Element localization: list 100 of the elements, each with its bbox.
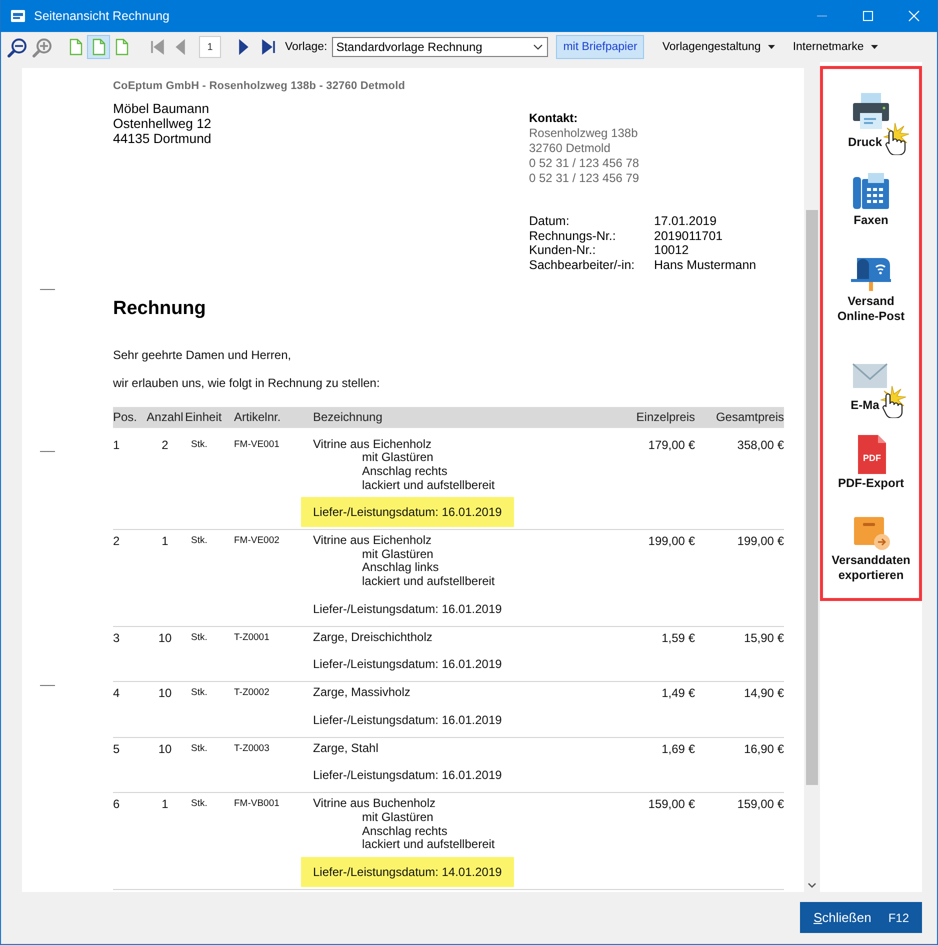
caret-icon <box>870 45 878 49</box>
info-value: 2019011701 <box>654 228 724 244</box>
item-detail: Anschlag links <box>361 561 440 575</box>
table-cell-text: Stk. <box>190 630 208 645</box>
table-cell-text: 159,00 € <box>647 797 695 814</box>
scroll-down-icon[interactable] <box>808 883 816 888</box>
info-value: Hans Mustermann <box>654 258 758 273</box>
column-header: Anzahl <box>146 408 184 426</box>
zoom-out-button[interactable] <box>7 36 29 58</box>
delivery-date: Liefer-/Leistungsdatum: 14.01.2019 <box>301 856 514 887</box>
table-cell-text: 159,00 € <box>736 797 784 814</box>
action-button[interactable]: Faxen <box>825 169 917 228</box>
table-cell-text: 4 <box>113 686 121 702</box>
item-detail: Anschlag rechts <box>361 465 448 479</box>
table-cell-text: 10 <box>157 742 173 758</box>
table-cell-text: 14,90 € <box>742 686 784 702</box>
table-cell-text: 16,90 € <box>742 742 784 758</box>
table-cell-text: 1,69 € <box>660 742 695 758</box>
contact-line: 0 52 31 / 123 456 78 <box>529 156 640 171</box>
table-cell-text: Stk. <box>190 742 208 756</box>
table-cell-text: 2 <box>160 438 170 454</box>
letterhead-toggle[interactable]: mit Briefpapier <box>556 35 644 59</box>
table-cell-text: 199,00 € <box>647 534 695 550</box>
table-cell-text: FM-VB001 <box>234 797 280 812</box>
recipient-address-line: Möbel Baumann <box>113 101 210 116</box>
table-cell-text: 1,59 € <box>660 630 695 647</box>
document-heading: Rechnung <box>113 296 207 321</box>
delivery-date: Liefer-/Leistungsdatum: 16.01.2019 <box>301 497 514 528</box>
item-detail: mit Glastüren <box>361 451 434 465</box>
item-description: Zarge, Stahl <box>313 742 380 756</box>
table-cell-text: 1,49 € <box>660 686 695 702</box>
table-cell-text: 1 <box>160 534 170 550</box>
table-cell-text: FM-VE002 <box>234 534 280 548</box>
table-cell-text: 1 <box>113 438 121 454</box>
template-dropdown[interactable]: Standardvorlage Rechnung <box>332 37 548 57</box>
delivery-date: Liefer-/Leistungsdatum: 16.01.2019 <box>312 767 503 784</box>
item-detail: mit Glastüren <box>361 548 434 562</box>
item-description: Vitrine aus Buchenholz <box>313 797 437 811</box>
menu-button[interactable]: Internetmarke <box>792 41 878 53</box>
table-cell-text: Stk. <box>190 797 208 812</box>
column-header: Bezeichnung <box>313 408 384 426</box>
item-detail: Anschlag rechts <box>361 824 448 838</box>
item-detail: lackiert und aufstellbereit <box>361 838 496 852</box>
table-cell-text: 5 <box>113 742 121 758</box>
action-button[interactable]: E-Ma <box>825 354 917 418</box>
recipient-address-line: Ostenhellweg 12 <box>113 116 212 131</box>
action-button[interactable]: Druck <box>825 91 917 155</box>
sender-line: CoEptum GmbH - Rosenholzweg 138b - 32760 Detmold <box>113 80 406 92</box>
app-icon <box>10 8 26 24</box>
info-label: Datum: <box>529 214 570 229</box>
item-detail: mit Glastüren <box>361 810 434 825</box>
table-cell-text: 199,00 € <box>736 534 784 550</box>
column-header: Pos. <box>113 408 138 426</box>
intro-text: wir erlauben uns, wie folgt in Rechnung zu stellen: <box>113 376 381 390</box>
action-button[interactable]: PDF PDF-Export <box>825 432 917 491</box>
table-cell-text: Stk. <box>190 686 208 700</box>
contact-line: 0 52 31 / 123 456 79 <box>529 171 640 186</box>
contact-heading: Kontakt: <box>529 111 579 126</box>
delivery-date: Liefer-/Leistungsdatum: 16.01.2019 <box>312 600 503 618</box>
table-cell-text: 10 <box>157 630 173 647</box>
salutation: Sehr geehrte Damen und Herren, <box>113 348 292 362</box>
recipient-address-line: 44135 Dortmund <box>113 131 212 146</box>
table-cell-text: 6 <box>113 797 121 814</box>
table-cell-text: Stk. <box>190 534 208 548</box>
info-label: Kunden-Nr.: <box>529 243 597 258</box>
column-header: Gesamtpreis <box>714 408 784 426</box>
table-cell-text: 10 <box>157 686 173 702</box>
info-label: Sachbearbeiter/-in: <box>529 258 636 273</box>
close-button[interactable]: Schließen F12 <box>800 902 922 933</box>
column-header: Einzelpreis <box>635 408 695 426</box>
action-button[interactable]: Versand Online-Post <box>825 250 917 324</box>
info-label: Rechnungs-Nr.: <box>529 228 617 244</box>
item-detail: lackiert und aufstellbereit <box>361 574 496 589</box>
column-header: Artikelnr. <box>234 408 282 426</box>
info-value: 10012 <box>654 243 690 258</box>
table-cell-text: T-Z0003 <box>234 742 270 756</box>
contact-line: 32760 Detmold <box>529 141 612 156</box>
info-value: 17.01.2019 <box>654 214 718 229</box>
delivery-date: Liefer-/Leistungsdatum: 16.01.2019 <box>312 712 503 729</box>
contact-line: Rosenholzweg 138b <box>529 126 639 141</box>
action-button[interactable]: Versanddaten exportieren <box>825 509 917 583</box>
table-cell-text: 1 <box>160 797 170 814</box>
chevron-icon <box>533 44 544 50</box>
template-label: Vorlage: <box>285 41 328 53</box>
item-description: Zarge, Massivholz <box>313 686 412 700</box>
delivery-date: Liefer-/Leistungsdatum: 16.01.2019 <box>312 656 503 674</box>
item-description: Zarge, Dreischichtholz <box>313 630 434 644</box>
menu-button[interactable]: Vorlagengestaltung <box>662 41 775 53</box>
table-cell-text: Stk. <box>190 438 208 452</box>
table-cell-text: 358,00 € <box>736 438 784 454</box>
page-number-field[interactable]: 1 <box>199 36 221 58</box>
item-description: Vitrine aus Eichenholz <box>313 534 433 548</box>
table-cell-text: 15,90 € <box>742 630 784 647</box>
last-page-button[interactable] <box>259 38 277 56</box>
table-cell-text: FM-VE001 <box>234 438 280 452</box>
caret-icon <box>768 45 775 49</box>
page-view-button[interactable] <box>87 35 110 59</box>
item-description: Vitrine aus Eichenholz <box>313 438 433 452</box>
column-header: Einheit <box>185 408 223 426</box>
table-cell-text: 2 <box>113 534 121 550</box>
